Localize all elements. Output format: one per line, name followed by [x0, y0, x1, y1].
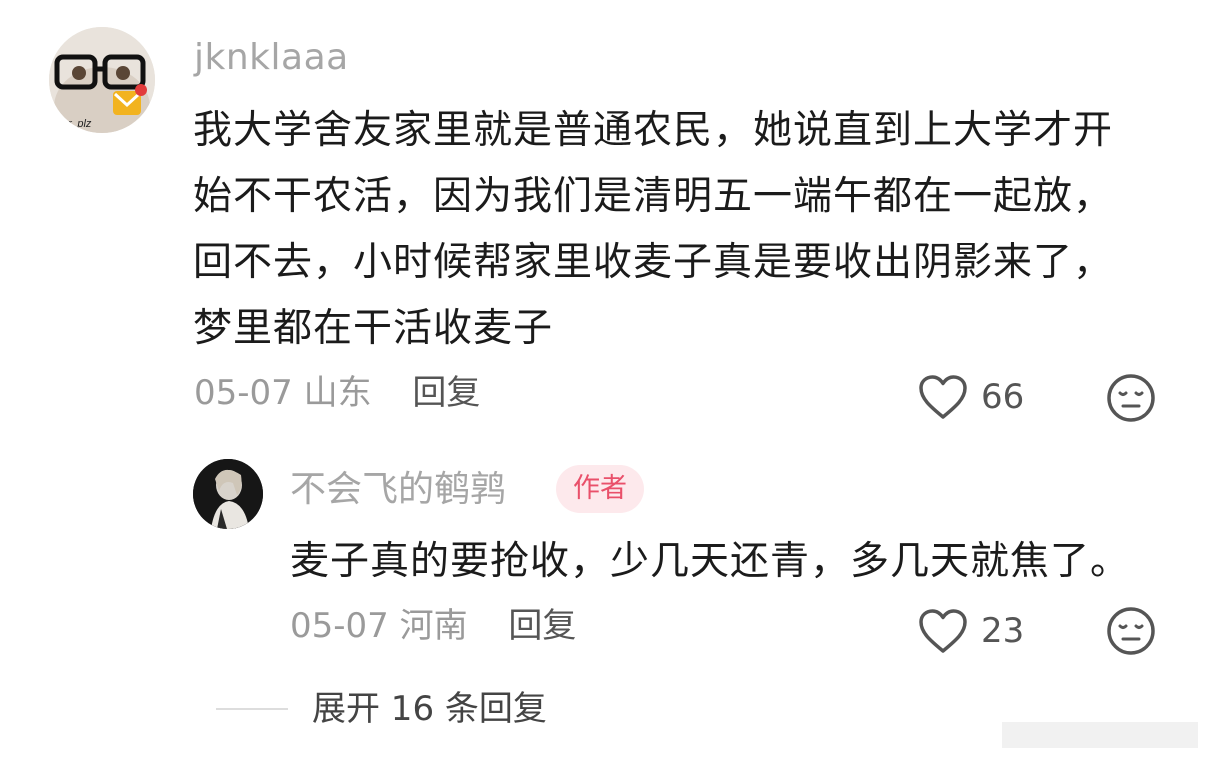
heart-outline-icon — [919, 375, 967, 419]
like-count: 66 — [981, 377, 1025, 417]
reply-text: 麦子真的要抢收，少几天还青，多几天就焦了。 — [290, 539, 1131, 584]
comment-date: 05-07 — [194, 373, 293, 413]
avatar[interactable]: fer, plz — [49, 27, 155, 133]
reply-avatar[interactable] — [193, 459, 263, 529]
reply-reply-button[interactable]: 回复 — [508, 606, 576, 646]
reply-meta: 05-07 河南 回复 — [290, 604, 576, 648]
heart-outline-icon — [919, 609, 967, 653]
reply-like-button[interactable]: 23 — [917, 605, 1024, 657]
reply-like-count: 23 — [981, 611, 1025, 651]
comment-meta: 05-07 山东 回复 — [194, 371, 480, 415]
reply-date: 05-07 — [290, 606, 389, 646]
reply-button[interactable]: 回复 — [412, 373, 480, 413]
username[interactable]: jknklaaa — [194, 34, 349, 82]
svg-text:fer, plz: fer, plz — [59, 118, 92, 130]
watermark — [1002, 722, 1198, 748]
divider — [216, 708, 288, 710]
expand-replies-button[interactable]: 展开 16 条回复 — [312, 686, 547, 732]
author-badge: 作者 — [556, 465, 644, 513]
comment-location: 山东 — [303, 373, 372, 413]
like-button[interactable]: 66 — [917, 371, 1024, 423]
reply-location: 河南 — [399, 606, 468, 646]
neutral-face-icon[interactable] — [1106, 606, 1156, 656]
comment-text: 我大学舍友家里就是普通农民，她说直到上大学才开 始不干农活，因为我们是清明五一端… — [193, 108, 1114, 351]
neutral-face-icon[interactable] — [1106, 373, 1156, 423]
reply-username[interactable]: 不会飞的鹌鹑 — [290, 466, 506, 514]
